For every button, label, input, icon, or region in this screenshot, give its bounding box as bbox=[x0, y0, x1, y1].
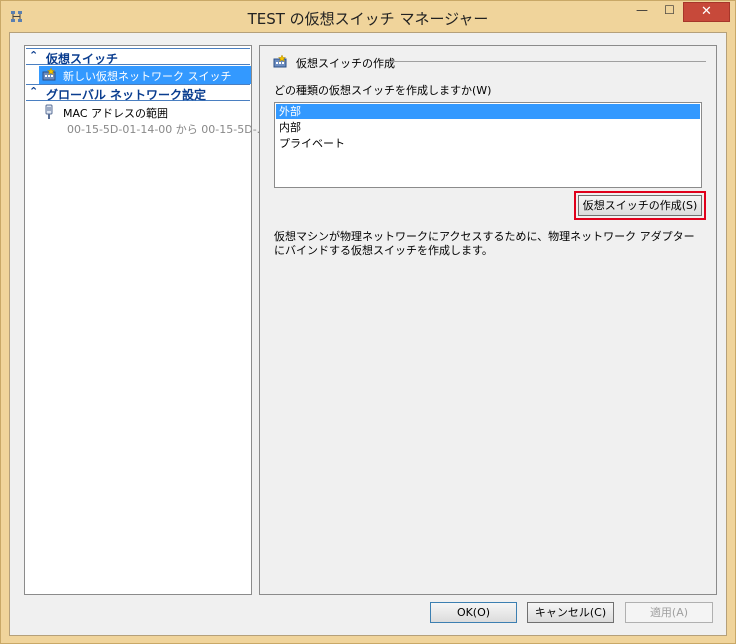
network-adapter-icon bbox=[45, 104, 53, 119]
category-virtual-switches[interactable]: ⌃ 仮想スイッチ bbox=[26, 48, 250, 66]
category-global-network-settings[interactable]: ⌃ グローバル ネットワーク設定 bbox=[26, 84, 250, 102]
create-switch-highlight: 仮想スイッチの作成(S) bbox=[574, 191, 706, 220]
section-divider bbox=[388, 61, 706, 62]
switch-description: 仮想マシンが物理ネットワークにアクセスするために、物理ネットワーク アダプターに… bbox=[274, 230, 695, 257]
mac-range-value: 00-15-5D-01-14-00 から 00-15-5D-... bbox=[67, 123, 268, 136]
navigation-tree: ⌃ 仮想スイッチ 新しい仮想ネットワーク スイッチ ⌃ グローバル ネットワーク… bbox=[24, 45, 267, 595]
ok-button[interactable]: OK(O) bbox=[430, 602, 517, 623]
new-switch-icon bbox=[273, 54, 287, 68]
title-bar[interactable]: TEST の仮想スイッチ マネージャー — ☐ ✕ bbox=[1, 1, 735, 33]
create-virtual-switch-button[interactable]: 仮想スイッチの作成(S) bbox=[578, 195, 702, 216]
apply-button[interactable]: 適用(A) bbox=[625, 602, 713, 623]
maximize-button[interactable]: ☐ bbox=[656, 2, 683, 22]
category-label: 仮想スイッチ bbox=[46, 52, 119, 66]
option-internal[interactable]: 内部 bbox=[276, 120, 700, 135]
details-panel: 仮想スイッチの作成 どの種類の仮想スイッチを作成しますか(W) 外部 内部 プラ… bbox=[259, 45, 717, 595]
maximize-icon: ☐ bbox=[664, 3, 675, 17]
window: TEST の仮想スイッチ マネージャー — ☐ ✕ ⌃ 仮想スイッチ 新しい仮想… bbox=[0, 0, 736, 644]
tree-item-new-virtual-switch[interactable]: 新しい仮想ネットワーク スイッチ bbox=[39, 66, 251, 84]
cancel-button[interactable]: キャンセル(C) bbox=[527, 602, 614, 623]
new-switch-icon bbox=[42, 67, 56, 81]
dialog-client-area: ⌃ 仮想スイッチ 新しい仮想ネットワーク スイッチ ⌃ グローバル ネットワーク… bbox=[9, 32, 727, 636]
tree-item-label: 新しい仮想ネットワーク スイッチ bbox=[63, 70, 232, 83]
collapse-chevron-icon[interactable]: ⌃ bbox=[29, 49, 38, 62]
minimize-button[interactable]: — bbox=[628, 2, 656, 22]
category-label: グローバル ネットワーク設定 bbox=[46, 88, 207, 102]
switch-type-prompt: どの種類の仮想スイッチを作成しますか(W) bbox=[274, 84, 492, 97]
option-external[interactable]: 外部 bbox=[276, 104, 700, 119]
tree-item-label: MAC アドレスの範囲 bbox=[63, 107, 168, 120]
window-title: TEST の仮想スイッチ マネージャー bbox=[247, 10, 489, 28]
section-title: 仮想スイッチの作成 bbox=[296, 57, 395, 70]
minimize-icon: — bbox=[636, 3, 648, 17]
switch-type-listbox[interactable]: 外部 内部 プライベート bbox=[274, 102, 702, 188]
close-icon: ✕ bbox=[701, 4, 712, 19]
close-button[interactable]: ✕ bbox=[683, 2, 730, 22]
option-private[interactable]: プライベート bbox=[276, 136, 700, 151]
collapse-chevron-icon[interactable]: ⌃ bbox=[29, 85, 38, 98]
